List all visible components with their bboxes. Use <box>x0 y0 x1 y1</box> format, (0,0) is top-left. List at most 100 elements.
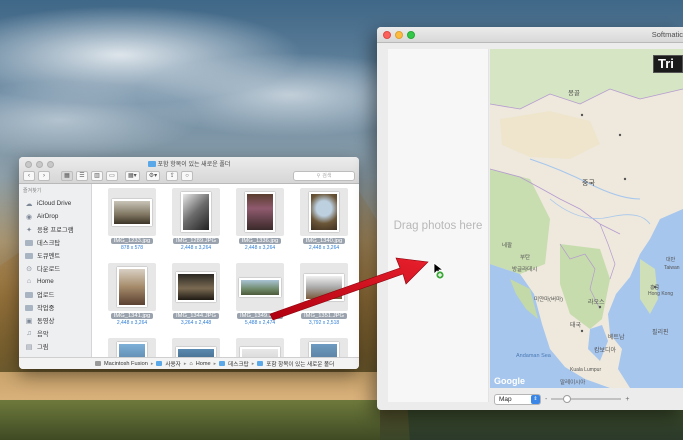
file-item[interactable]: IMG_1336.jpg 2,448 x 3,264 <box>228 188 292 260</box>
list-view-button[interactable]: ☰ <box>76 170 88 181</box>
file-item[interactable]: IMG_1344.JPG 3,264 x 2,448 <box>164 263 228 335</box>
sidebar-item-pictures[interactable]: ▤ 그림 <box>19 340 91 353</box>
forward-button[interactable]: › <box>38 170 50 181</box>
pictures-icon: ▤ <box>25 343 33 351</box>
chevron-right-icon: ▸ <box>183 360 187 367</box>
finder-titlebar[interactable]: 포함 항목이 있는 새로운 폴더 ‹ › ▦ ☰ ▥ ▭ ▦▾ ⚙▾ ⇪ ○ ⚲… <box>19 157 359 184</box>
minimize-button[interactable] <box>395 31 403 39</box>
file-item[interactable] <box>228 338 292 357</box>
coverflow-view-button[interactable]: ▭ <box>106 170 118 181</box>
desktop-folder-icon <box>25 239 33 246</box>
action-gear-button[interactable]: ⚙▾ <box>145 170 161 181</box>
thumbnail-frame <box>108 188 156 236</box>
map-view[interactable]: 몽골 중국 네팔 부탄 방글라데시 미얀마(버마) 라오스 태국 베트남 캄보디… <box>490 49 683 388</box>
airdrop-icon: ◉ <box>25 213 33 221</box>
icon-view-button[interactable]: ▦ <box>61 170 73 181</box>
map-label: 라오스 <box>588 298 605 306</box>
softmatic-window: Softmatic Drag photos here 몽골 중국 네팔 부탄 방… <box>377 27 683 410</box>
sidebar-item-desktop[interactable]: 데스크탑 <box>19 236 91 249</box>
sidebar-item-working[interactable]: 작업중 <box>19 301 91 314</box>
sidebar-item-uploads[interactable]: 업로드 <box>19 288 91 301</box>
downloads-icon: ⊙ <box>26 265 32 273</box>
file-item[interactable] <box>100 338 164 357</box>
zoom-slider[interactable] <box>551 395 622 403</box>
sidebar-item-downloads[interactable]: ⊙ 다운로드 <box>19 262 91 275</box>
file-name: IMG_1341.jpg <box>110 313 154 319</box>
sidebar-item-applications[interactable]: ✦ 응용 프로그램 <box>19 223 91 236</box>
arrange-button[interactable]: ▦▾ <box>125 170 140 181</box>
share-button[interactable]: ⇪ <box>166 170 179 181</box>
file-dimensions: 5,488 x 2,474 <box>244 320 276 326</box>
file-item[interactable] <box>292 338 356 357</box>
cloud-icon: ☁ <box>25 200 33 208</box>
tags-button[interactable]: ○ <box>181 170 194 181</box>
path-bar: Macintosh Fusion ▸ 사용자 ▸ ⌂ Home ▸ 데스크탑 ▸… <box>19 357 359 369</box>
window-title: 포함 항목이 있는 새로운 폴더 <box>19 159 359 168</box>
sidebar-item-documents[interactable]: 도큐멘트 <box>19 249 91 262</box>
map-label: 대만 <box>666 256 676 263</box>
sidebar-item-movies[interactable]: ▣ 동영상 <box>19 314 91 327</box>
map-label: 중국 <box>582 179 595 187</box>
sidebar-item-label: Home <box>37 278 54 285</box>
map-type-value: Map <box>499 395 512 403</box>
map-label: 베트남 <box>608 333 625 341</box>
photo-thumbnail <box>117 342 147 357</box>
sidebar-item-home[interactable]: ⌂ Home <box>19 275 91 288</box>
thumbnail-frame <box>108 263 156 311</box>
file-name: IMG_1349.JPG <box>237 313 283 319</box>
file-item[interactable]: IMG_1340.jpg 2,448 x 3,264 <box>292 188 356 260</box>
map-controls: Map ⇕ - + <box>490 388 683 410</box>
softmatic-titlebar[interactable]: Softmatic <box>377 27 683 43</box>
zoom-out-icon[interactable]: - <box>545 396 547 403</box>
finder-window: 포함 항목이 있는 새로운 폴더 ‹ › ▦ ☰ ▥ ▭ ▦▾ ⚙▾ ⇪ ○ ⚲… <box>19 157 359 369</box>
path-segment[interactable]: Home <box>196 361 211 367</box>
file-item[interactable]: IMG_1351.JPG 3,792 x 2,518 <box>292 263 356 335</box>
thumbnail-frame <box>236 263 284 311</box>
photo-thumbnail <box>112 198 152 226</box>
photo-thumbnail <box>181 192 211 232</box>
back-button[interactable]: ‹ <box>23 170 35 181</box>
path-segment[interactable]: Macintosh Fusion <box>104 361 148 367</box>
path-segment[interactable]: 포함 항목이 있는 새로운 폴더 <box>266 360 334 368</box>
folder-icon <box>147 161 156 167</box>
sidebar-item-label: AirDrop <box>37 213 59 220</box>
sidebar-item-airdrop[interactable]: ◉ AirDrop <box>19 210 91 223</box>
search-field[interactable]: ⚲ 검색 <box>293 170 355 181</box>
zoom-slider-knob[interactable] <box>562 395 571 403</box>
photo-thumbnail <box>304 273 344 301</box>
zoom-button[interactable] <box>407 31 415 39</box>
column-view-button[interactable]: ▥ <box>91 170 103 181</box>
wallpaper-grass <box>0 400 380 440</box>
google-logo: Google <box>494 376 525 386</box>
map-label: 캄보디아 <box>594 346 617 354</box>
file-item[interactable]: IMG_1341.jpg 2,448 x 3,264 <box>100 263 164 335</box>
zoom-in-icon[interactable]: + <box>625 396 629 403</box>
sidebar-item-music[interactable]: ♫ 음악 <box>19 327 91 340</box>
thumbnail-frame <box>172 263 220 311</box>
file-item[interactable]: IMG_1349.JPG 5,488 x 2,474 <box>228 263 292 335</box>
close-button[interactable] <box>383 31 391 39</box>
photo-thumbnail <box>117 267 147 307</box>
file-dimensions: 878 x 578 <box>121 245 143 251</box>
thumbnail-frame <box>300 338 348 357</box>
sidebar-item-icloud-drive[interactable]: ☁ iCloud Drive <box>19 197 91 210</box>
file-item[interactable]: IMG_1289.JPG 2,448 x 3,264 <box>164 188 228 260</box>
file-item[interactable]: IMG_1233.jpg 878 x 578 <box>100 188 164 260</box>
map-label: 부탄 <box>520 253 530 261</box>
thumbnail-frame <box>108 338 156 357</box>
sidebar-item-label: iCloud Drive <box>37 200 72 207</box>
movies-icon: ▣ <box>25 317 33 325</box>
file-dimensions: 2,448 x 3,264 <box>308 245 340 251</box>
file-dimensions: 2,448 x 3,264 <box>180 245 212 251</box>
search-placeholder: 검색 <box>322 173 332 179</box>
window-title-text: 포함 항목이 있는 새로운 폴더 <box>157 162 231 168</box>
photo-drop-zone[interactable]: Drag photos here <box>388 49 489 402</box>
map-label: Taiwan <box>664 265 680 271</box>
path-segment[interactable]: 사용자 <box>165 360 180 368</box>
photo-thumbnail <box>239 277 281 297</box>
map-type-select[interactable]: Map ⇕ <box>494 393 541 405</box>
finder-toolbar: ‹ › ▦ ☰ ▥ ▭ ▦▾ ⚙▾ ⇪ ○ ⚲ 검색 <box>23 170 355 181</box>
file-item[interactable] <box>164 338 228 357</box>
sidebar-item-label: 응용 프로그램 <box>37 227 74 234</box>
path-segment[interactable]: 데스크탑 <box>228 360 249 368</box>
